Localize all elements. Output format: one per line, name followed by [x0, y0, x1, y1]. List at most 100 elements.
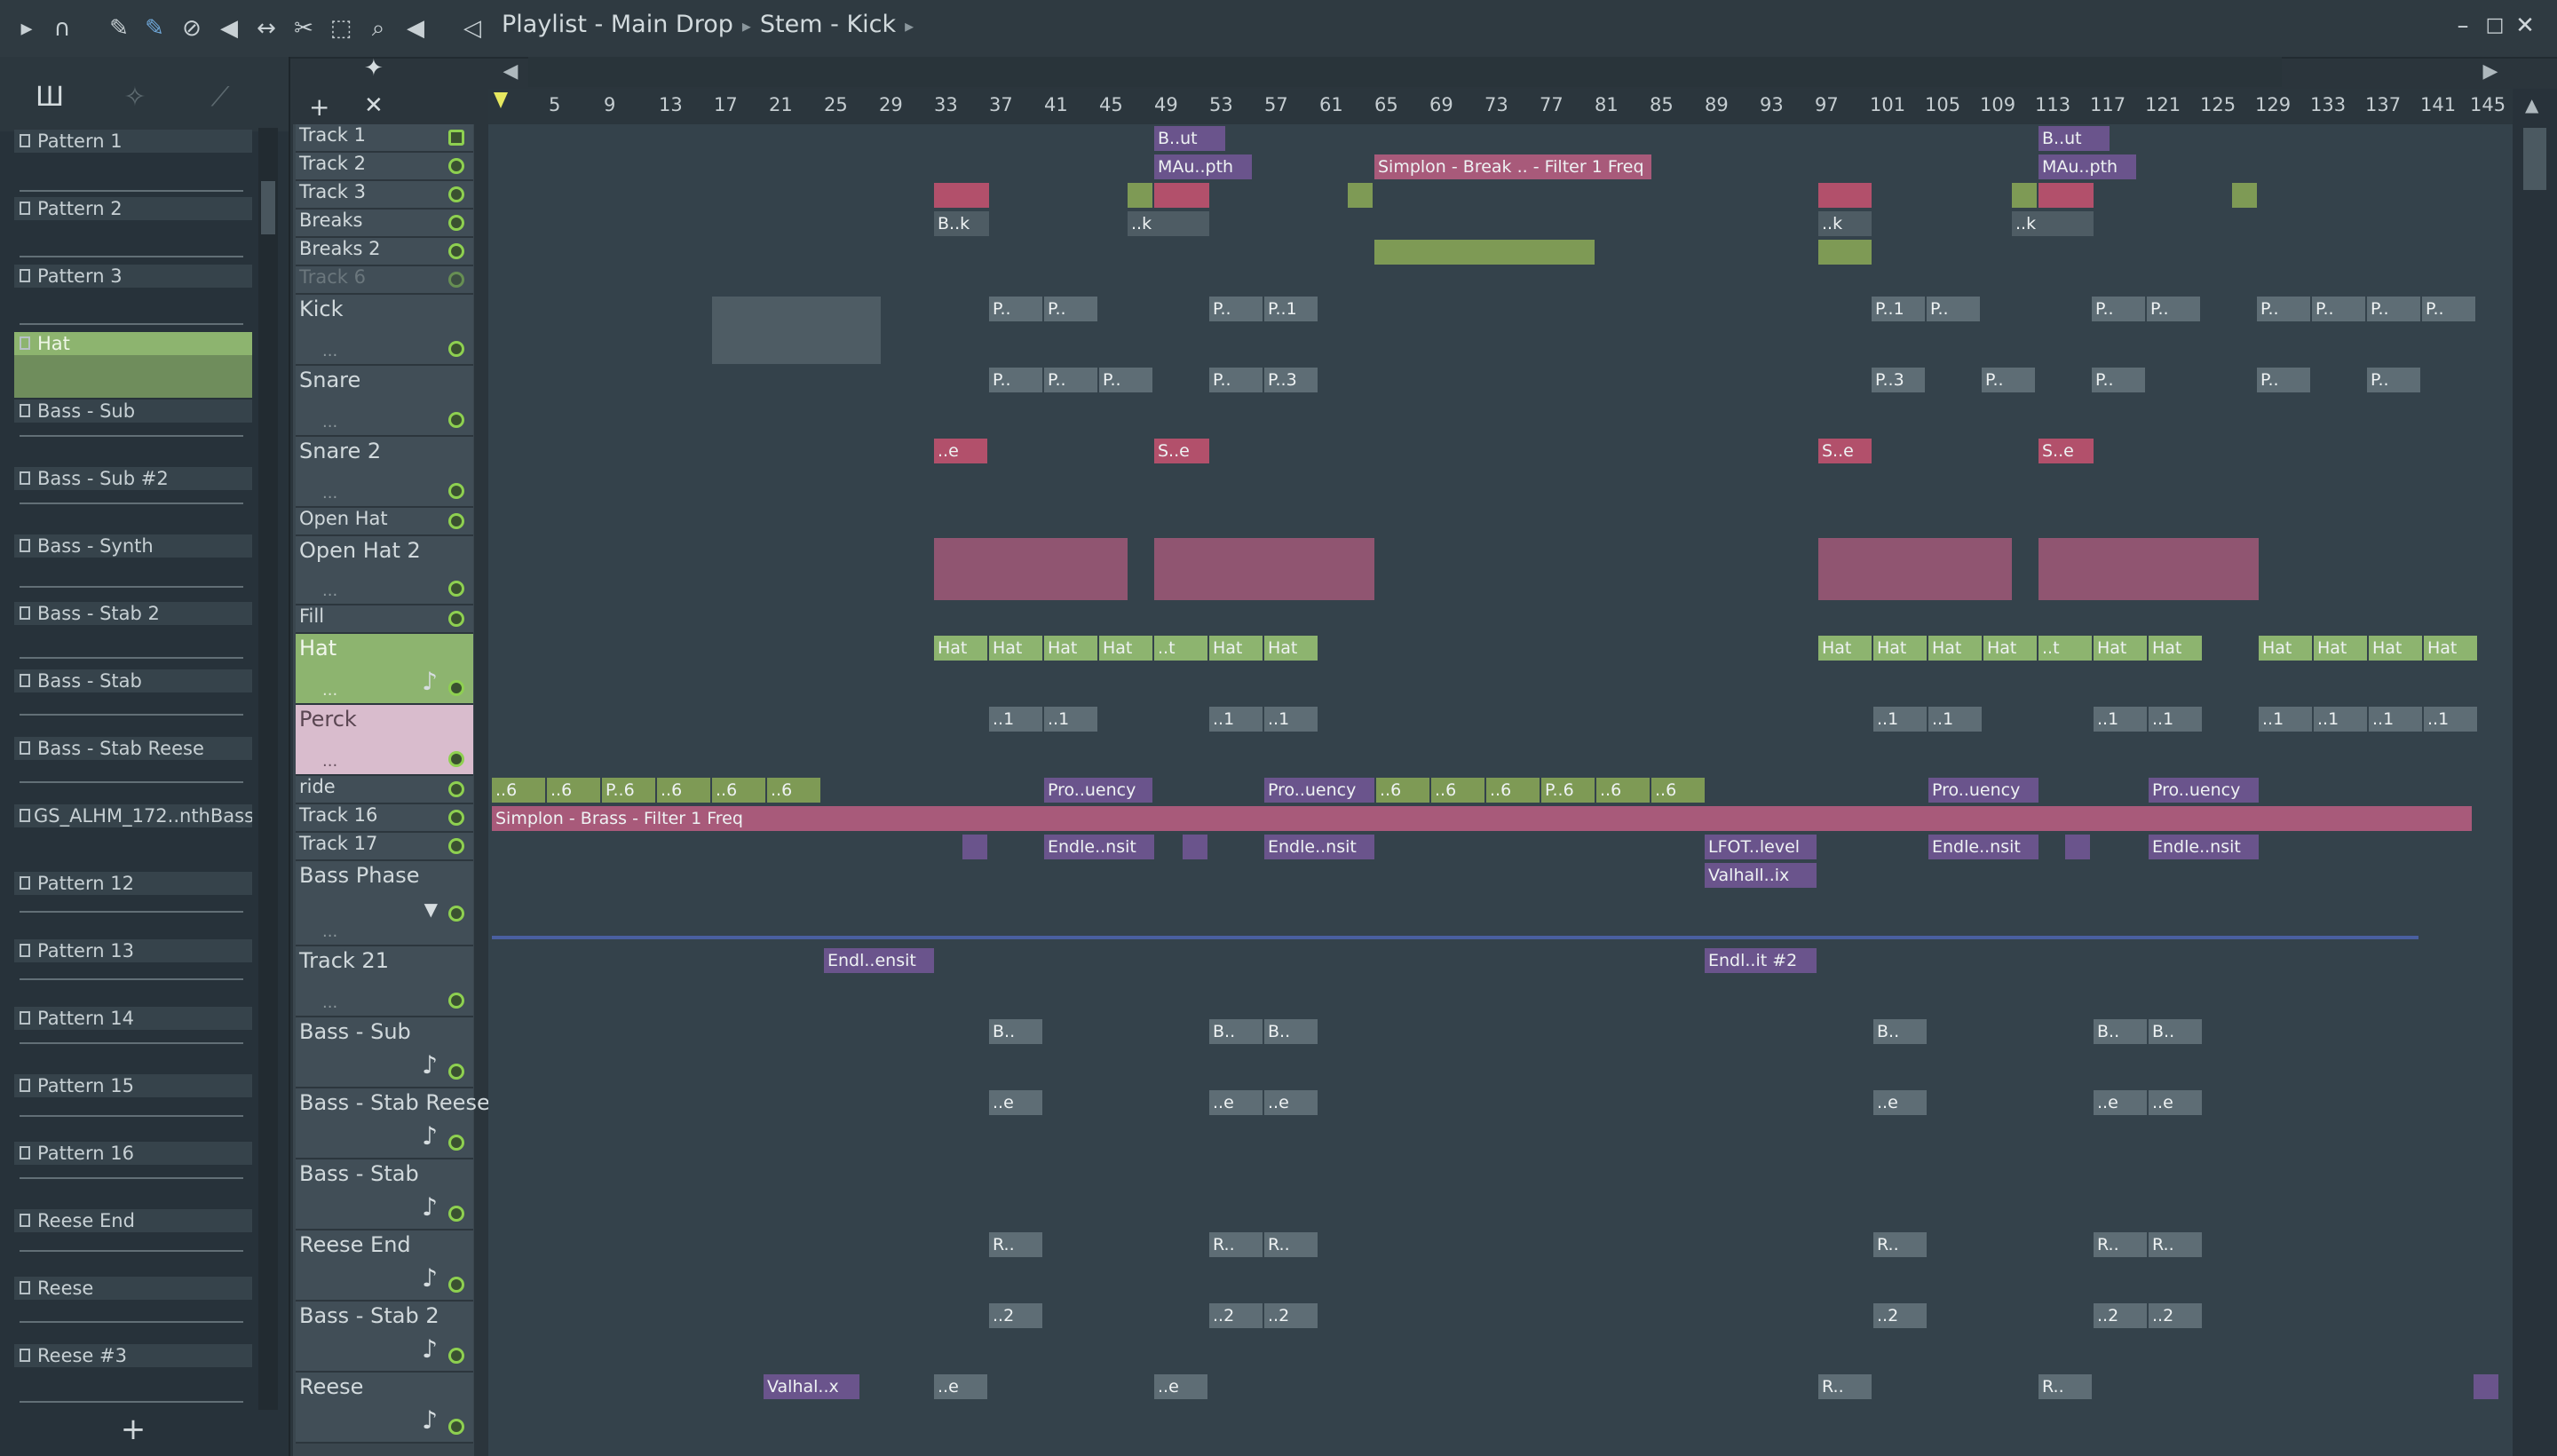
pattern-clip[interactable]: ..1 [1928, 707, 1982, 732]
paint-brush-icon[interactable]: ✎ [139, 12, 170, 44]
pattern-clip[interactable]: ..6 [1376, 778, 1429, 803]
maximize-button[interactable]: □ [2480, 11, 2510, 41]
browser-pattern[interactable]: Pattern 1 [14, 130, 252, 197]
automation-clip[interactable]: Pro..uency [1264, 778, 1374, 803]
pattern-clip[interactable]: B.. [1209, 1019, 1263, 1044]
select-icon[interactable]: ⬚ [325, 12, 357, 44]
track-header[interactable]: Track 17 [296, 833, 473, 861]
pencil-icon[interactable]: ✎ [103, 12, 135, 44]
pattern-clip[interactable]: ..e [2149, 1090, 2202, 1115]
pattern-clip[interactable]: B.. [1264, 1019, 1318, 1044]
magnet-icon[interactable]: ∩ [46, 12, 78, 44]
pattern-clip[interactable]: P.. [989, 368, 1042, 392]
close-button[interactable]: ✕ [2510, 11, 2540, 41]
add-pattern-button[interactable]: + [115, 1412, 151, 1447]
browser-pattern[interactable]: Pattern 2 [14, 197, 252, 265]
pattern-clip[interactable]: R.. [1818, 1374, 1872, 1399]
audio-clip[interactable] [1154, 538, 1374, 600]
pattern-clip[interactable]: ..1 [1873, 707, 1927, 732]
pattern-clip[interactable]: R.. [989, 1232, 1042, 1257]
mute-led[interactable] [448, 186, 464, 202]
pattern-clip[interactable]: Hat [2424, 636, 2477, 661]
browser-pattern[interactable]: Bass - Synth [14, 534, 252, 602]
track-header[interactable]: Track 2 [296, 153, 473, 181]
pattern-clip[interactable]: ..e [1154, 1374, 1207, 1399]
pattern-clip[interactable]: P..6 [1541, 778, 1595, 803]
mute-led[interactable] [448, 1348, 464, 1364]
automation-clip[interactable]: MAu..pth [2038, 154, 2136, 179]
pattern-clip[interactable]: Hat [1099, 636, 1152, 661]
mute-led[interactable] [448, 1064, 464, 1080]
pattern-clip[interactable]: P.. [2257, 368, 2310, 392]
pattern-clip[interactable]: P..3 [1872, 368, 1925, 392]
pattern-clip[interactable] [2038, 183, 2094, 208]
playback-icon[interactable]: ◀ [400, 12, 431, 44]
pattern-clip[interactable]: Hat [1873, 636, 1927, 661]
automation-tab-icon[interactable]: ⟋ [195, 82, 245, 117]
mute-led[interactable] [448, 906, 464, 922]
minimize-button[interactable]: – [2448, 11, 2478, 41]
pattern-clip[interactable] [712, 297, 881, 364]
dropdown-icon[interactable]: ▼ [424, 898, 438, 920]
pattern-clip[interactable]: P.. [2147, 297, 2200, 321]
pattern-clip[interactable] [1818, 183, 1872, 208]
playhead-marker-icon[interactable] [494, 92, 508, 108]
audio-clip[interactable] [1374, 240, 1595, 265]
mute-led[interactable] [448, 513, 464, 529]
pattern-clip[interactable]: R.. [1264, 1232, 1318, 1257]
mute-led[interactable] [448, 1277, 464, 1293]
pattern-clip[interactable]: P..1 [1872, 297, 1925, 321]
pattern-clip[interactable]: P.. [2092, 368, 2145, 392]
browser-pattern[interactable]: Pattern 15 [14, 1074, 252, 1142]
pattern-clip[interactable]: ..6 [1486, 778, 1540, 803]
pattern-clip[interactable]: P.. [2367, 297, 2420, 321]
mute-led[interactable] [448, 243, 464, 259]
pattern-clip[interactable]: ..1 [989, 707, 1042, 732]
pattern-clip[interactable]: ..2 [1264, 1303, 1318, 1328]
track-header[interactable]: Reese End ♪ [296, 1230, 473, 1302]
audio-clip[interactable] [1818, 538, 2012, 600]
track-header[interactable]: Track 16 [296, 804, 473, 833]
browser-pattern[interactable]: Pattern 3 [14, 265, 252, 332]
pattern-clip[interactable]: ..6 [1651, 778, 1705, 803]
pattern-clip[interactable]: P..1 [1264, 297, 1318, 321]
pattern-clip[interactable]: ..e [934, 1374, 987, 1399]
track-header[interactable]: Bass - Sub ♪ [296, 1017, 473, 1088]
track-header[interactable]: Track 3 [296, 181, 473, 210]
pattern-clip[interactable]: R.. [1209, 1232, 1263, 1257]
pattern-clip[interactable]: P.. [1044, 368, 1097, 392]
automation-clip[interactable] [962, 835, 987, 859]
pattern-clip[interactable]: P.. [2422, 297, 2475, 321]
pattern-clip[interactable]: B.. [989, 1019, 1042, 1044]
browser-pattern[interactable]: Reese [14, 1277, 252, 1344]
browser-pattern[interactable]: Bass - Stab 2 [14, 602, 252, 669]
mute-led[interactable] [448, 838, 464, 854]
track-header[interactable]: Snare 2... [296, 437, 473, 508]
pattern-tab-icon[interactable]: Ш [25, 82, 75, 117]
mute-led[interactable] [448, 810, 464, 826]
zoom-icon[interactable]: ⌕ [362, 12, 394, 44]
pattern-clip[interactable]: R.. [2149, 1232, 2202, 1257]
browser-pattern[interactable]: Pattern 14 [14, 1007, 252, 1074]
audio-clip[interactable] [1818, 240, 1872, 265]
pattern-clip[interactable]: S..e [1154, 439, 1209, 463]
pattern-clip[interactable]: ..6 [1596, 778, 1650, 803]
pattern-clip[interactable]: ..2 [1873, 1303, 1927, 1328]
browser-pattern[interactable]: Pattern 16 [14, 1142, 252, 1209]
pattern-clip[interactable]: ..e [1264, 1090, 1318, 1115]
pattern-clip[interactable]: ..6 [547, 778, 600, 803]
pattern-clip[interactable]: S..e [2038, 439, 2094, 463]
automation-clip[interactable]: Pro..uency [1928, 778, 2038, 803]
mute-led[interactable] [448, 412, 464, 428]
mute-led[interactable] [448, 611, 464, 627]
mute-led[interactable] [448, 272, 464, 288]
pattern-clip[interactable]: ..6 [657, 778, 710, 803]
slip-icon[interactable]: ↔ [250, 12, 282, 44]
browser-pattern[interactable]: Pattern 13 [14, 939, 252, 1007]
pattern-clip[interactable]: P.. [989, 297, 1042, 321]
track-header[interactable]: Fill [296, 605, 473, 634]
play-arrow-icon[interactable]: ▸ [11, 12, 43, 44]
pattern-clip[interactable]: ..1 [1044, 707, 1097, 732]
pattern-clip[interactable]: P..6 [602, 778, 655, 803]
pattern-clip[interactable]: Hat [2149, 636, 2202, 661]
